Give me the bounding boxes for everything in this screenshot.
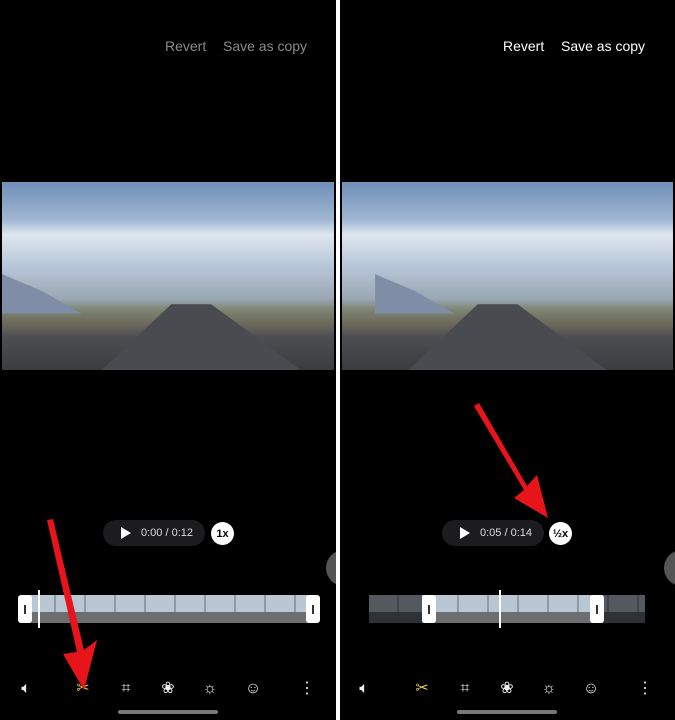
more-icon[interactable]: ⋮	[296, 678, 318, 700]
timeline-strip[interactable]	[26, 595, 310, 623]
revert-button[interactable]: Revert	[165, 38, 206, 54]
transform-icon[interactable]: ⌗	[115, 678, 137, 700]
video-preview[interactable]	[2, 182, 334, 370]
save-as-copy-button[interactable]: Save as copy	[223, 38, 307, 54]
trim-icon[interactable]: ✂	[72, 678, 94, 700]
side-panel-handle[interactable]	[326, 550, 336, 586]
revert-button[interactable]: Revert	[503, 38, 544, 54]
playback-control[interactable]: 0:05 / 0:14	[442, 520, 544, 546]
speed-button[interactable]: ½x	[549, 522, 572, 545]
time-display: 0:05 / 0:14	[480, 527, 532, 539]
trim-end-handle[interactable]	[306, 595, 320, 623]
video-editor-left: Revert Save as copy 0:00 / 0:12 1x 🔈︎ ✂ …	[0, 0, 336, 720]
adjust-icon[interactable]: ☼	[199, 678, 221, 700]
video-preview[interactable]	[342, 182, 673, 370]
save-as-copy-button[interactable]: Save as copy	[561, 38, 645, 54]
time-display: 0:00 / 0:12	[141, 527, 193, 539]
trim-end-handle[interactable]	[590, 595, 604, 623]
sticker-icon[interactable]: ☺	[242, 678, 264, 700]
home-indicator	[457, 710, 557, 714]
playhead[interactable]	[38, 590, 40, 628]
trim-icon[interactable]: ✂	[411, 678, 433, 700]
side-panel-handle[interactable]	[664, 550, 675, 586]
filter-icon[interactable]: ❀	[157, 678, 179, 700]
home-indicator	[118, 710, 218, 714]
trim-start-handle[interactable]	[422, 595, 436, 623]
volume-icon[interactable]: 🔈︎	[15, 678, 37, 700]
more-icon[interactable]: ⋮	[634, 678, 656, 700]
adjust-icon[interactable]: ☼	[538, 678, 560, 700]
video-editor-right: Revert Save as copy 0:05 / 0:14 ½x 🔈︎ ✂ …	[340, 0, 675, 720]
play-icon[interactable]	[121, 527, 131, 539]
volume-icon[interactable]: 🔈︎	[353, 678, 375, 700]
sticker-icon[interactable]: ☺	[580, 678, 602, 700]
trimmed-out-region	[603, 595, 645, 623]
trimmed-out-region	[369, 595, 422, 623]
transform-icon[interactable]: ⌗	[454, 678, 476, 700]
filter-icon[interactable]: ❀	[496, 678, 518, 700]
play-icon[interactable]	[460, 527, 470, 539]
playback-control[interactable]: 0:00 / 0:12	[103, 520, 205, 546]
playhead[interactable]	[499, 590, 501, 628]
speed-button[interactable]: 1x	[211, 522, 234, 545]
trim-start-handle[interactable]	[18, 595, 32, 623]
